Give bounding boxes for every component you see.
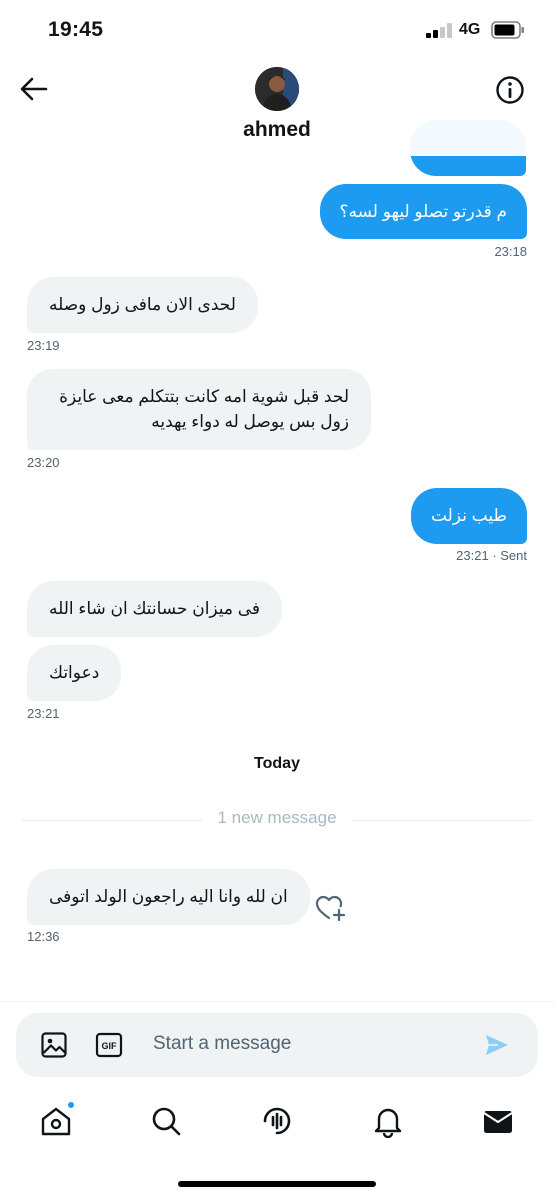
back-icon[interactable] <box>18 75 50 103</box>
message-input[interactable] <box>153 1033 453 1055</box>
message-time: 23:21 <box>27 706 60 721</box>
tab-messages[interactable] <box>481 1104 515 1138</box>
bottom-tab-bar <box>0 1090 554 1152</box>
new-message-label: 1 new message <box>217 808 337 827</box>
message-line: لحد قبل شوية امه كانت بتتكلم معى عايزة <box>59 387 349 406</box>
gif-icon[interactable]: GIF <box>95 1031 123 1059</box>
svg-text:GIF: GIF <box>102 1041 118 1051</box>
chat-header: ahmed <box>0 60 554 156</box>
avatar-image <box>255 67 299 111</box>
signal-icon <box>426 22 454 38</box>
message-composer: GIF <box>16 1013 538 1077</box>
bell-icon <box>374 1108 402 1139</box>
image-icon[interactable] <box>40 1031 68 1059</box>
message-bubble[interactable]: ان لله وانا اليه راجعون الولد اتوفى <box>27 869 310 925</box>
info-icon[interactable] <box>494 74 526 106</box>
tab-notifications[interactable] <box>371 1104 405 1139</box>
network-label: 4G <box>459 21 481 38</box>
message-bubble[interactable]: فى ميزان حسانتك ان شاء الله <box>27 581 283 637</box>
message-bubble[interactable]: طيب نزلت <box>410 488 527 544</box>
notification-dot <box>67 1101 75 1109</box>
status-time: 19:45 <box>48 18 104 41</box>
avatar[interactable] <box>255 67 299 111</box>
tab-search[interactable] <box>149 1104 183 1138</box>
message-time: 23:20 <box>27 455 60 470</box>
message-line: زول بس يوصل له دواء يهديه <box>151 412 349 431</box>
heart-plus-icon[interactable] <box>314 893 348 923</box>
message-bubble[interactable]: لحد قبل شوية امه كانت بتتكلم معى عايزة ز… <box>27 369 371 450</box>
composer-separator <box>0 1001 554 1002</box>
message-time: 23:21 · Sent <box>456 548 527 563</box>
home-icon <box>41 1107 71 1136</box>
tab-home[interactable] <box>39 1101 75 1138</box>
envelope-icon <box>483 1111 513 1133</box>
send-icon[interactable] <box>483 1031 511 1059</box>
battery-icon <box>491 21 524 39</box>
spaces-icon <box>263 1107 291 1135</box>
message-bubble[interactable]: لحدى الان مافى زول وصله <box>27 277 258 333</box>
search-icon <box>152 1107 181 1136</box>
message-bubble[interactable]: دعواتك <box>27 645 122 701</box>
message-time: 23:19 <box>27 338 60 353</box>
tab-spaces[interactable] <box>260 1104 294 1138</box>
home-indicator <box>178 1181 376 1187</box>
message-time: 23:18 <box>494 244 527 259</box>
contact-name[interactable]: ahmed <box>0 118 554 142</box>
message-time: 12:36 <box>27 929 60 944</box>
status-bar: 19:45 4G <box>0 0 554 60</box>
message-bubble[interactable]: م قدرتو تصلو ليهو لسه؟ <box>319 184 527 239</box>
day-label: Today <box>254 755 300 772</box>
